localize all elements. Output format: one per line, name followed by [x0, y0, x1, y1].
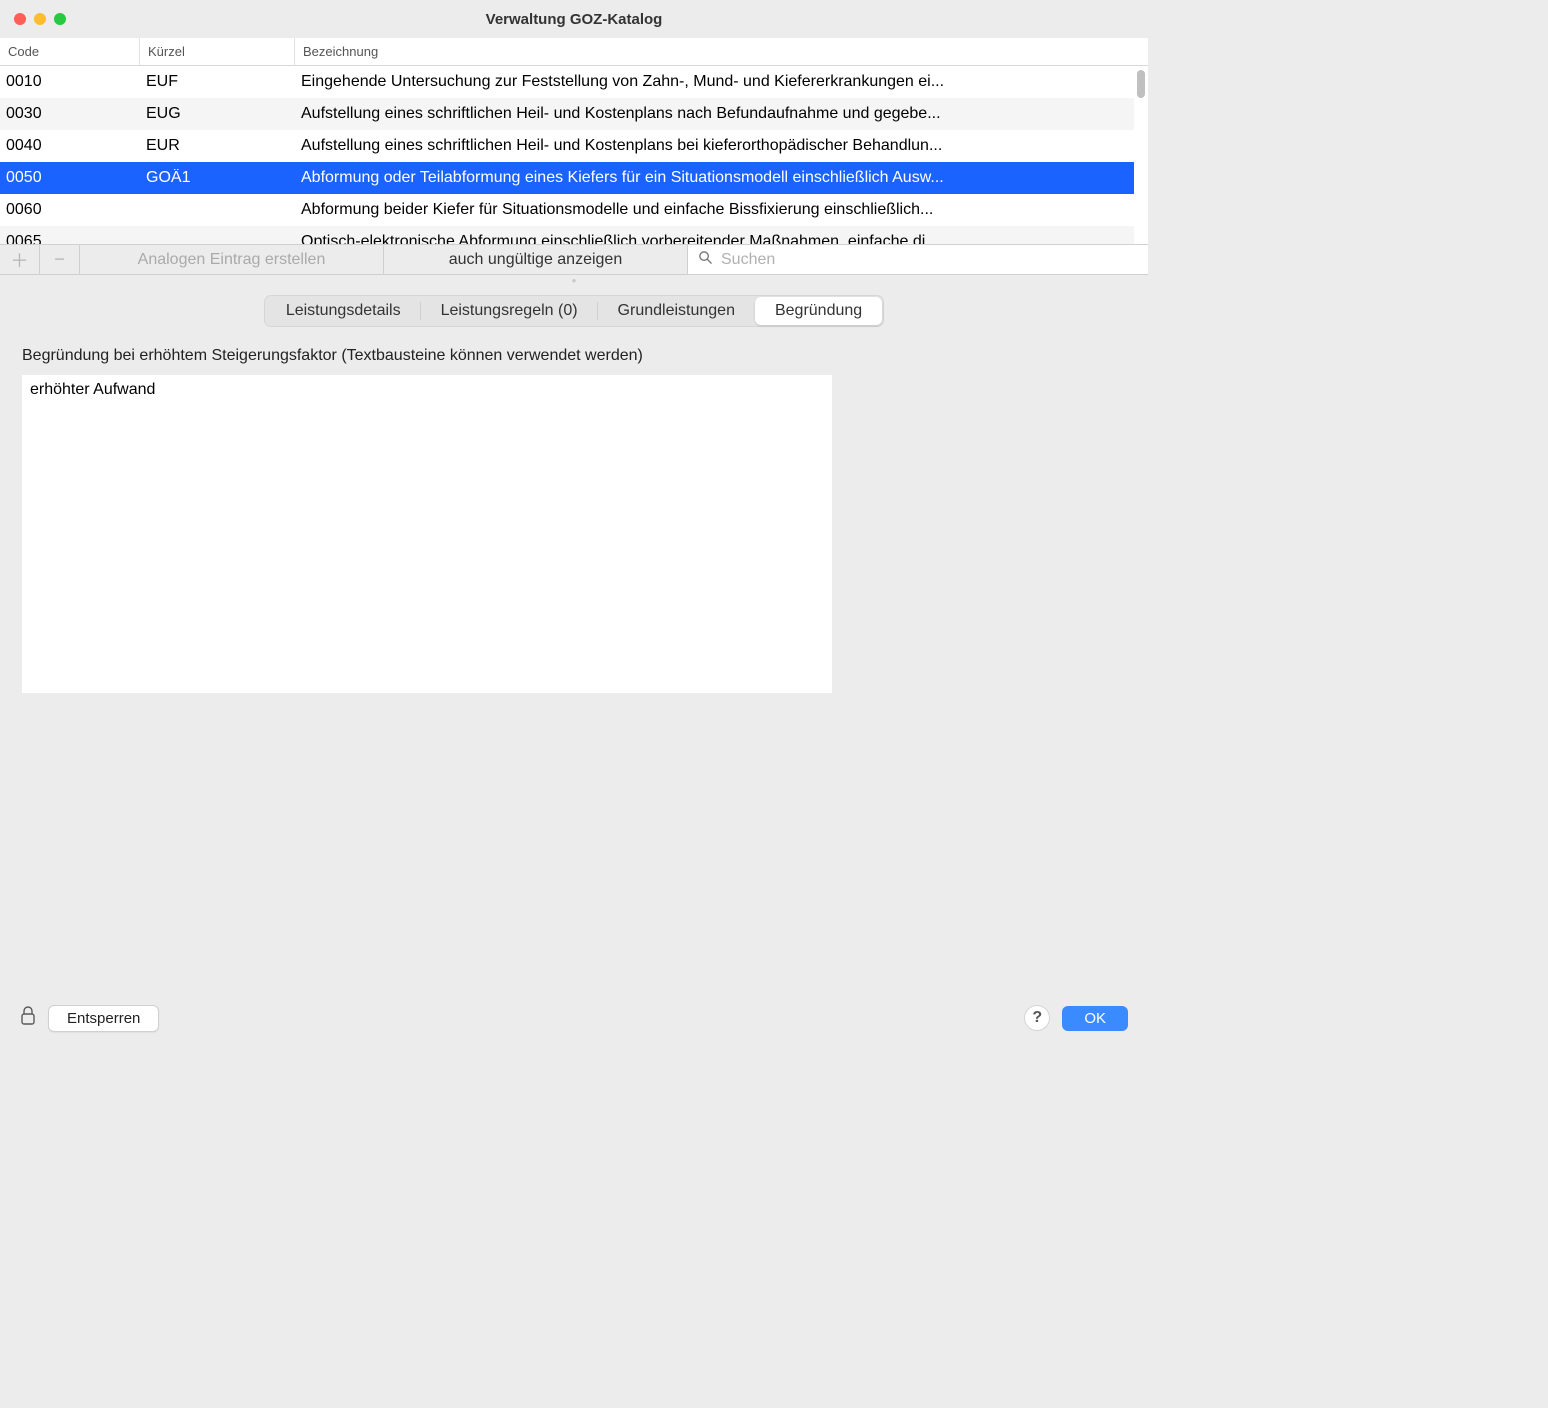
col-header-bez[interactable]: Bezeichnung	[295, 38, 1148, 65]
catalog-table: Code Kürzel Bezeichnung 0010EUFEingehend…	[0, 38, 1148, 245]
tab-begr-ndung[interactable]: Begründung	[755, 297, 882, 325]
show-invalid-toggle[interactable]: auch ungültige anzeigen	[384, 245, 688, 274]
search-input[interactable]	[721, 251, 1138, 269]
cell-code: 0065	[0, 233, 140, 244]
cell-code: 0010	[0, 73, 140, 91]
titlebar: Verwaltung GOZ-Katalog	[0, 0, 1148, 38]
table-row[interactable]: 0040EURAufstellung eines schriftlichen H…	[0, 130, 1134, 162]
remove-button[interactable]: −	[40, 245, 80, 274]
table-header: Code Kürzel Bezeichnung	[0, 38, 1148, 66]
cell-code: 0060	[0, 201, 140, 219]
search-icon	[698, 250, 713, 269]
footer: Entsperren ? OK	[0, 991, 1148, 1045]
cell-bez: Aufstellung eines schriftlichen Heil- un…	[295, 105, 1134, 123]
minimize-button[interactable]	[34, 13, 46, 25]
cell-kurz: GOÄ1	[140, 169, 295, 187]
add-button[interactable]: ＋	[0, 245, 40, 274]
tab-leistungsregeln-0-[interactable]: Leistungsregeln (0)	[421, 297, 598, 325]
tabs-row: LeistungsdetailsLeistungsregeln (0)Grund…	[0, 285, 1148, 327]
table-row[interactable]: 0065 Optisch-elektronische Abformung eins…	[0, 226, 1134, 244]
col-header-code[interactable]: Code	[0, 38, 140, 65]
cell-kurz: EUG	[140, 105, 295, 123]
tab-leistungsdetails[interactable]: Leistungsdetails	[266, 297, 421, 325]
window-title: Verwaltung GOZ-Katalog	[0, 11, 1148, 28]
cell-bez: Eingehende Untersuchung zur Feststellung…	[295, 73, 1134, 91]
cell-bez: Aufstellung eines schriftlichen Heil- un…	[295, 137, 1134, 155]
splitter-grip[interactable]: ●	[0, 275, 1148, 285]
unlock-button[interactable]: Entsperren	[48, 1005, 159, 1032]
create-analog-button[interactable]: Analogen Eintrag erstellen	[80, 245, 384, 274]
traffic-lights	[0, 13, 66, 25]
segmented-control: LeistungsdetailsLeistungsregeln (0)Grund…	[264, 295, 884, 327]
cell-code: 0030	[0, 105, 140, 123]
scroll-thumb[interactable]	[1137, 70, 1145, 98]
close-button[interactable]	[14, 13, 26, 25]
tab-content: Begründung bei erhöhtem Steigerungsfakto…	[0, 327, 1148, 991]
maximize-button[interactable]	[54, 13, 66, 25]
cell-code: 0050	[0, 169, 140, 187]
cell-bez: Optisch-elektronische Abformung einschli…	[295, 233, 1134, 244]
cell-bez: Abformung beider Kiefer für Situationsmo…	[295, 201, 1134, 219]
vertical-scrollbar[interactable]	[1135, 66, 1147, 244]
table-row[interactable]: 0030EUGAufstellung eines schriftlichen H…	[0, 98, 1134, 130]
justification-textarea[interactable]	[22, 375, 832, 693]
help-button[interactable]: ?	[1024, 1005, 1050, 1031]
col-header-kurz[interactable]: Kürzel	[140, 38, 295, 65]
lock-icon	[20, 1006, 36, 1031]
tab-grundleistungen[interactable]: Grundleistungen	[598, 297, 755, 325]
search-field[interactable]	[688, 245, 1148, 274]
table-row[interactable]: 0060 Abformung beider Kiefer für Situatio…	[0, 194, 1134, 226]
table-body: 0010EUFEingehende Untersuchung zur Fests…	[0, 66, 1134, 244]
table-row[interactable]: 0050GOÄ1Abformung oder Teilabformung ein…	[0, 162, 1134, 194]
table-row[interactable]: 0010EUFEingehende Untersuchung zur Fests…	[0, 66, 1134, 98]
ok-button[interactable]: OK	[1062, 1006, 1128, 1031]
window: Verwaltung GOZ-Katalog Code Kürzel Bezei…	[0, 0, 1148, 1045]
cell-code: 0040	[0, 137, 140, 155]
cell-bez: Abformung oder Teilabformung eines Kiefe…	[295, 169, 1134, 187]
table-toolbar: ＋ − Analogen Eintrag erstellen auch ungü…	[0, 245, 1148, 275]
cell-kurz: EUR	[140, 137, 295, 155]
cell-kurz: EUF	[140, 73, 295, 91]
justification-label: Begründung bei erhöhtem Steigerungsfakto…	[22, 347, 1126, 365]
